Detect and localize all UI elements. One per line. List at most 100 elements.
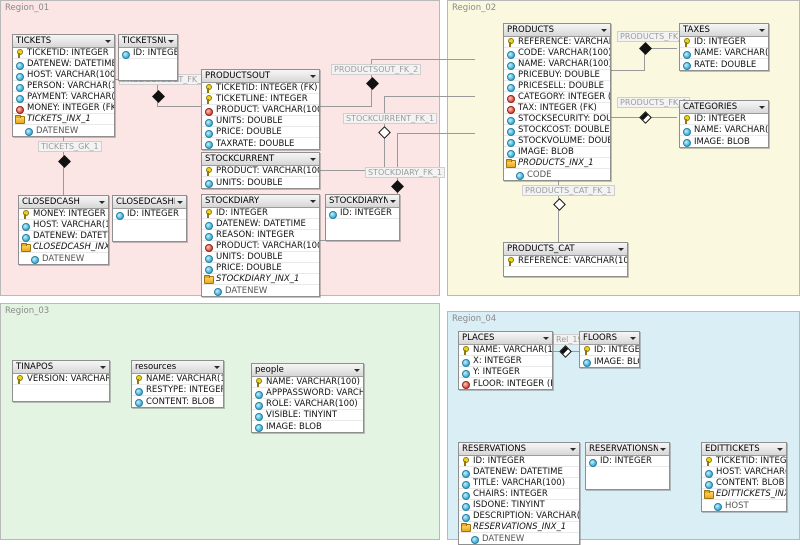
column-icon bbox=[588, 457, 597, 467]
field-label: PERSON: VARCHAR(100) bbox=[27, 81, 114, 91]
table-stockdiary-header[interactable]: STOCKDIARY bbox=[202, 195, 319, 208]
field-label: NAME: VARCHAR(100) bbox=[146, 374, 223, 384]
table-closedcashnum-header[interactable]: CLOSEDCASHNUM bbox=[113, 196, 186, 209]
table-resources-header[interactable]: resources bbox=[132, 361, 223, 374]
field-label: RATE: DOUBLE bbox=[694, 59, 757, 70]
table-row: CONTENT: BLOB bbox=[132, 396, 223, 407]
rel-label-tickets-gk-1[interactable]: TICKETS_GK_1 bbox=[38, 141, 102, 152]
table-tinapos-header[interactable]: TINAPOS bbox=[13, 361, 109, 374]
table-ticketsnum-header[interactable]: TICKETSNUM bbox=[119, 35, 177, 48]
table-ticketsnum[interactable]: TICKETSNUM ID: INTEGER bbox=[118, 34, 178, 81]
table-reservations-header[interactable]: RESERVATIONS bbox=[459, 443, 579, 456]
table-places[interactable]: PLACES NAME: VARCHAR(100) X: INTEGER Y: … bbox=[458, 331, 553, 390]
chevron-down-icon[interactable] bbox=[568, 444, 577, 455]
rel-label-products-cat-fk-1[interactable]: PRODUCTS_CAT_FK_1 bbox=[522, 185, 615, 196]
table-categories-header[interactable]: CATEGORIES bbox=[680, 101, 768, 114]
chevron-down-icon[interactable] bbox=[775, 444, 784, 455]
table-floors-header[interactable]: FLOORS bbox=[580, 332, 639, 345]
table-stockdiarynum[interactable]: STOCKDIARYNUM ID: INTEGER bbox=[325, 194, 400, 241]
table-taxes-header[interactable]: TAXES bbox=[680, 24, 768, 37]
table-tickets-header[interactable]: TICKETS bbox=[13, 35, 114, 48]
chevron-down-icon[interactable] bbox=[166, 36, 175, 47]
chevron-down-icon[interactable] bbox=[175, 197, 184, 208]
column-icon bbox=[204, 128, 213, 138]
table-reservationsnum-header[interactable]: RESERVATIONSNUM bbox=[586, 443, 669, 456]
table-stockdiary[interactable]: STOCKDIARY ID: INTEGER DATENEW: DATETIME… bbox=[201, 194, 320, 297]
table-row: ID: INTEGER bbox=[326, 208, 399, 219]
table-row: PRICEBUY: DOUBLE bbox=[504, 70, 610, 81]
table-productsout-header[interactable]: PRODUCTSOUT bbox=[202, 70, 319, 83]
chevron-down-icon[interactable] bbox=[388, 196, 397, 207]
field-label: PRICESELL: DOUBLE bbox=[518, 81, 605, 91]
table-row: STOCKVOLUME: DOUBLE bbox=[504, 136, 610, 147]
table-reservations[interactable]: RESERVATIONS ID: INTEGER DATENEW: DATETI… bbox=[458, 442, 580, 545]
table-stockcurrent-header[interactable]: STOCKCURRENT bbox=[202, 153, 319, 166]
table-edittickets[interactable]: EDITTICKETS TICKETID: INTEGER HOST: VARC… bbox=[701, 442, 787, 512]
chevron-down-icon[interactable] bbox=[308, 196, 317, 207]
chevron-down-icon[interactable] bbox=[757, 25, 766, 36]
table-tinapos[interactable]: TINAPOS VERSION: VARCHAR(100) bbox=[12, 360, 110, 402]
primary-key-icon bbox=[15, 374, 24, 384]
table-products-cat-header[interactable]: PRODUCTS_CAT bbox=[504, 243, 627, 256]
cardinality-marker-stockcurrent-fk1 bbox=[378, 126, 391, 139]
index-label: PRODUCTS_INX_1 bbox=[518, 158, 594, 168]
table-closedcash[interactable]: CLOSEDCASH MONEY: INTEGER HOST: VARCHAR(… bbox=[18, 195, 109, 265]
table-productsout[interactable]: PRODUCTSOUT TICKETID: INTEGER (FK) TICKE… bbox=[201, 69, 320, 150]
rel-label-stockcurrent-fk-1[interactable]: STOCKCURRENT_FK_1 bbox=[343, 113, 438, 124]
field-label: DATENEW bbox=[482, 533, 525, 544]
field-label: DESCRIPTION: VARCHAR(100) bbox=[473, 511, 580, 521]
field-label: NAME: VARCHAR(100) bbox=[694, 48, 769, 58]
column-icon bbox=[682, 126, 691, 136]
chevron-down-icon[interactable] bbox=[599, 25, 608, 36]
table-people-header[interactable]: people bbox=[252, 364, 363, 377]
table-stockcurrent[interactable]: STOCKCURRENT PRODUCT: VARCHAR(100) (FK) … bbox=[201, 152, 320, 189]
table-taxes[interactable]: TAXES ID: INTEGER NAME: VARCHAR(100) RAT… bbox=[679, 23, 769, 71]
column-icon bbox=[204, 117, 213, 127]
table-stockdiarynum-header[interactable]: STOCKDIARYNUM bbox=[326, 195, 399, 208]
table-closedcash-header[interactable]: CLOSEDCASH bbox=[19, 196, 108, 209]
rel-label-stockdiary-fk-1[interactable]: STOCKDIARY_FK_1 bbox=[365, 167, 445, 178]
table-closedcashnum-title: CLOSEDCASHNUM bbox=[116, 196, 175, 207]
table-row: PERSON: VARCHAR(100) bbox=[13, 81, 114, 92]
chevron-down-icon[interactable] bbox=[103, 36, 112, 47]
chevron-down-icon[interactable] bbox=[212, 362, 221, 373]
table-products-header[interactable]: PRODUCTS bbox=[504, 24, 610, 37]
table-products-cat[interactable]: PRODUCTS_CAT REFERENCE: VARCHAR(100) (FK… bbox=[503, 242, 628, 277]
table-categories[interactable]: CATEGORIES ID: INTEGER NAME: VARCHAR(100… bbox=[679, 100, 769, 148]
field-label: FLOOR: INTEGER (FK) bbox=[473, 378, 552, 389]
table-floors[interactable]: FLOORS ID: INTEGER IMAGE: BLOB bbox=[579, 331, 640, 368]
table-reservationsnum[interactable]: RESERVATIONSNUM ID: INTEGER bbox=[585, 442, 670, 490]
table-edittickets-header[interactable]: EDITTICKETS bbox=[702, 443, 786, 456]
table-row: ISDONE: TINYINT bbox=[459, 500, 579, 511]
table-closedcashnum[interactable]: CLOSEDCASHNUM ID: INTEGER bbox=[112, 195, 187, 242]
chevron-down-icon[interactable] bbox=[308, 154, 317, 165]
chevron-down-icon[interactable] bbox=[308, 71, 317, 82]
chevron-down-icon[interactable] bbox=[757, 102, 766, 113]
cardinality-marker-productsout-fk1 bbox=[152, 90, 165, 103]
field-label: MONEY: INTEGER bbox=[33, 209, 106, 219]
region-03[interactable]: Region_03 bbox=[0, 303, 440, 540]
table-products[interactable]: PRODUCTS REFERENCE: VARCHAR(100) CODE: V… bbox=[503, 23, 611, 181]
table-resources[interactable]: resources NAME: VARCHAR(100) RESTYPE: IN… bbox=[131, 360, 224, 408]
table-row: TAXRATE: DOUBLE bbox=[202, 138, 319, 149]
column-icon bbox=[682, 137, 691, 147]
rel-label-productsout-fk-2[interactable]: PRODUCTSOUT_FK_2 bbox=[331, 64, 422, 75]
chevron-down-icon[interactable] bbox=[628, 333, 637, 344]
column-icon bbox=[134, 397, 143, 407]
table-places-header[interactable]: PLACES bbox=[459, 332, 552, 345]
column-icon bbox=[24, 126, 33, 136]
chevron-down-icon[interactable] bbox=[97, 197, 106, 208]
table-row: HOST: VARCHAR(100) bbox=[19, 220, 108, 231]
field-label: NAME: VARCHAR(100) bbox=[694, 125, 769, 135]
table-tickets[interactable]: TICKETS TICKETID: INTEGER DATENEW: DATET… bbox=[12, 34, 115, 137]
chevron-down-icon[interactable] bbox=[658, 444, 667, 455]
column-icon bbox=[461, 368, 470, 378]
chevron-down-icon[interactable] bbox=[616, 244, 625, 255]
chevron-down-icon[interactable] bbox=[541, 333, 550, 344]
chevron-down-icon[interactable] bbox=[98, 362, 107, 373]
table-index-field-row: DATENEW bbox=[19, 253, 108, 264]
field-label: IMAGE: BLOB bbox=[694, 136, 750, 147]
field-label: DATENEW: DATETIME bbox=[473, 467, 563, 477]
chevron-down-icon[interactable] bbox=[352, 365, 361, 376]
table-people[interactable]: people NAME: VARCHAR(100) APPPASSWORD: V… bbox=[251, 363, 364, 433]
